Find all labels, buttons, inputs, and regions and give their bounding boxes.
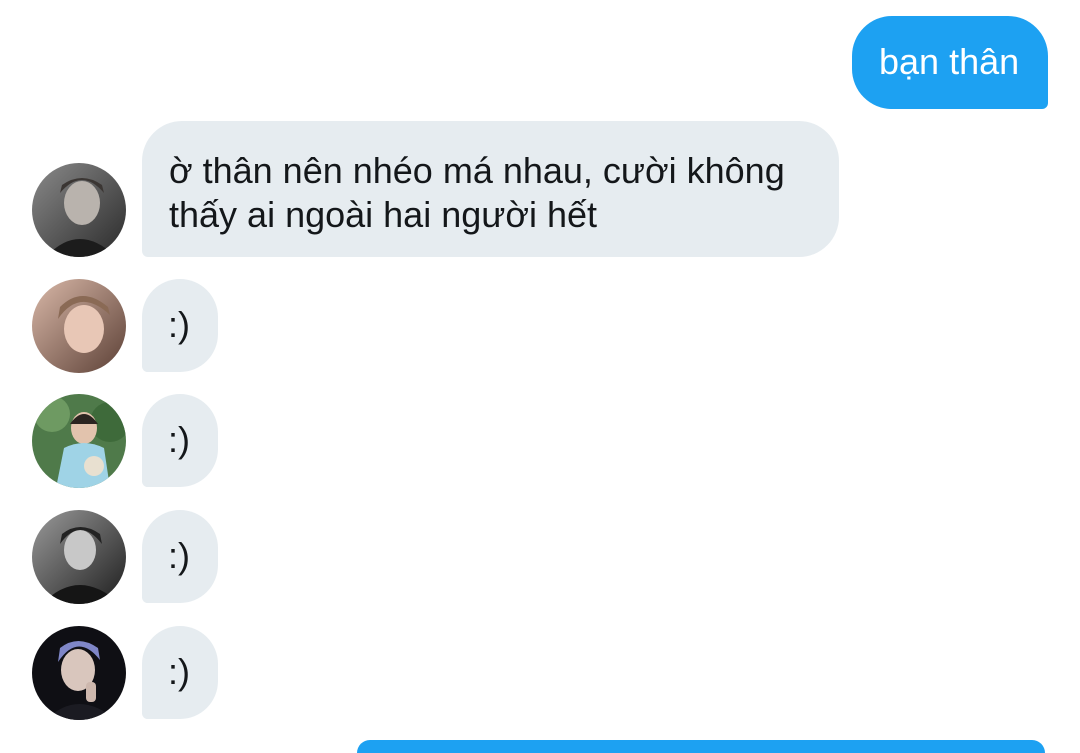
incoming-message-bubble[interactable]: :)	[142, 510, 218, 603]
message-text: bạn thân	[879, 41, 1020, 82]
user-avatar-icon[interactable]	[32, 510, 126, 604]
user-avatar-icon[interactable]	[32, 394, 126, 488]
incoming-message-bubble[interactable]: :)	[142, 626, 218, 719]
message-text: :)	[168, 419, 190, 460]
message-text: :)	[168, 304, 190, 345]
outgoing-message-bubble[interactable]: bạn thân	[852, 16, 1048, 109]
user-avatar-icon[interactable]	[32, 279, 126, 373]
outgoing-message-bubble-partial[interactable]	[357, 740, 1045, 753]
message-text: :)	[168, 651, 190, 692]
message-text: ờ thân nên nhéo má nhau, cười không thấy…	[169, 150, 785, 235]
user-avatar-icon[interactable]	[32, 626, 126, 720]
incoming-message-bubble[interactable]: :)	[142, 279, 218, 372]
conversation-thread: bạn thân ờ thân nên nhéo má nhau, cười k…	[0, 0, 1080, 753]
incoming-message-bubble[interactable]: :)	[142, 394, 218, 487]
message-text: :)	[168, 535, 190, 576]
incoming-message-bubble[interactable]: ờ thân nên nhéo má nhau, cười không thấy…	[142, 121, 839, 257]
user-avatar-icon[interactable]	[32, 163, 126, 257]
